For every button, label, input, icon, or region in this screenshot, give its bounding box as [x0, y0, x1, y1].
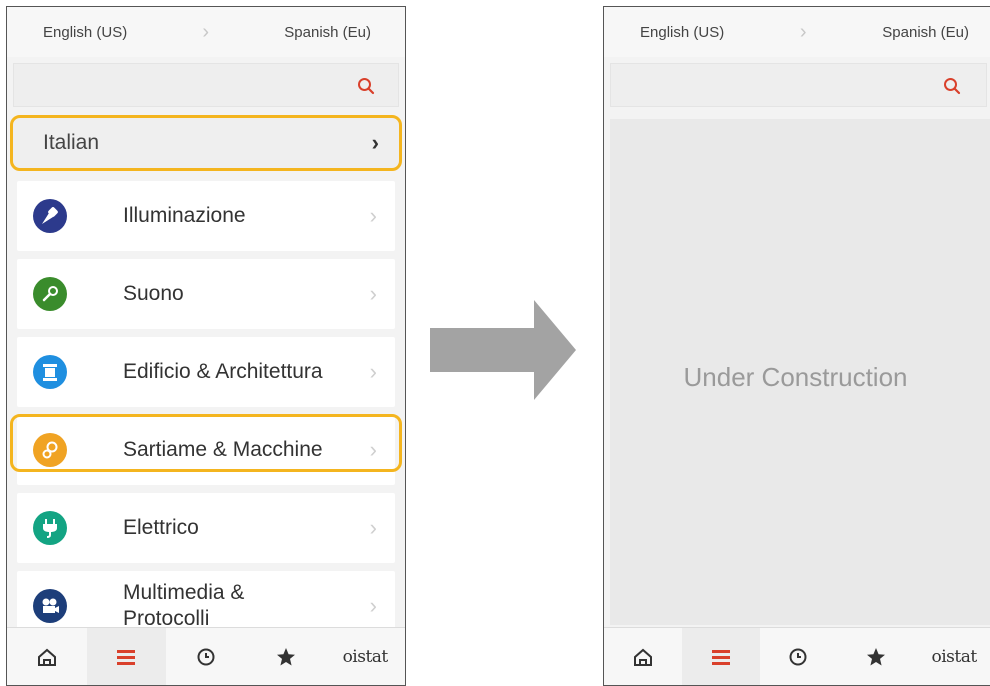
home-icon — [633, 648, 652, 666]
tab-oistat[interactable]: oistat — [915, 628, 990, 685]
tab-home[interactable] — [7, 628, 87, 685]
source-language[interactable]: English (US) — [640, 24, 724, 41]
star-icon — [276, 647, 295, 665]
gears-icon — [33, 433, 67, 467]
tab-favorites[interactable] — [837, 628, 915, 685]
bottom-tab-bar: oistat — [604, 627, 990, 685]
chevron-right-icon: › — [202, 20, 210, 43]
selected-language-row[interactable]: Italian › — [10, 115, 402, 171]
tab-favorites[interactable] — [246, 628, 326, 685]
oistat-logo: oistat — [342, 646, 389, 667]
search-icon[interactable] — [942, 76, 962, 96]
category-label: Multimedia & Protocolli — [123, 581, 245, 630]
chevron-right-icon: › — [799, 20, 807, 43]
category-item[interactable]: Sartiame & Macchine › — [17, 415, 395, 485]
category-item[interactable]: Elettrico › — [17, 493, 395, 563]
bottom-tab-bar: oistat — [7, 627, 405, 685]
home-icon — [37, 648, 56, 666]
search-input[interactable] — [13, 63, 399, 107]
target-language[interactable]: Spanish (Eu) — [882, 24, 969, 41]
star-icon — [867, 647, 886, 665]
search-icon[interactable] — [356, 76, 376, 96]
chevron-right-icon: › — [369, 515, 377, 540]
category-label: Sartiame & Macchine — [123, 438, 323, 461]
language-pair-bar: English (US) › Spanish (Eu) — [604, 7, 990, 57]
chevron-right-icon: › — [369, 359, 377, 384]
tab-history[interactable] — [760, 628, 838, 685]
plug-icon — [33, 511, 67, 545]
category-label: Elettrico — [123, 516, 199, 539]
under-construction-panel: Under Construction — [610, 119, 990, 625]
camera-icon — [33, 589, 67, 623]
chevron-right-icon: › — [371, 130, 379, 155]
tab-history[interactable] — [166, 628, 246, 685]
spotlight-icon — [33, 199, 67, 233]
selected-language-label: Italian — [43, 131, 100, 154]
tab-oistat[interactable]: oistat — [325, 628, 405, 685]
right-phone-screen: English (US) › Spanish (Eu) Under Constr… — [603, 6, 990, 686]
category-item[interactable]: Edificio & Architettura › — [17, 337, 395, 407]
clock-icon — [789, 648, 807, 665]
chevron-right-icon: › — [369, 203, 377, 228]
language-pair-bar: English (US) › Spanish (Eu) — [7, 7, 405, 57]
column-icon — [33, 355, 67, 389]
category-label: Illuminazione — [123, 204, 246, 227]
category-label: Edificio & Architettura — [123, 360, 323, 383]
search-input[interactable] — [610, 63, 987, 107]
oistat-logo: oistat — [931, 646, 977, 667]
menu-icon — [117, 649, 136, 665]
arrow-right-icon — [430, 300, 576, 400]
category-item[interactable]: Suono › — [17, 259, 395, 329]
category-label: Suono — [123, 282, 184, 305]
category-item[interactable]: Illuminazione › — [17, 181, 395, 251]
under-construction-message: Under Construction — [683, 361, 908, 392]
chevron-right-icon: › — [369, 437, 377, 462]
source-language[interactable]: English (US) — [43, 24, 127, 41]
tab-menu[interactable] — [86, 628, 167, 685]
menu-icon — [711, 649, 730, 665]
left-phone-screen: English (US) › Spanish (Eu) Italian › Il… — [6, 6, 406, 686]
chevron-right-icon: › — [369, 281, 377, 306]
microphone-icon — [33, 277, 67, 311]
tab-menu[interactable] — [681, 628, 760, 685]
clock-icon — [197, 648, 215, 665]
chevron-right-icon: › — [369, 593, 377, 618]
target-language[interactable]: Spanish (Eu) — [284, 24, 371, 41]
category-list: Illuminazione › Suono › Edificio & Archi… — [17, 181, 395, 649]
tab-home[interactable] — [604, 628, 682, 685]
